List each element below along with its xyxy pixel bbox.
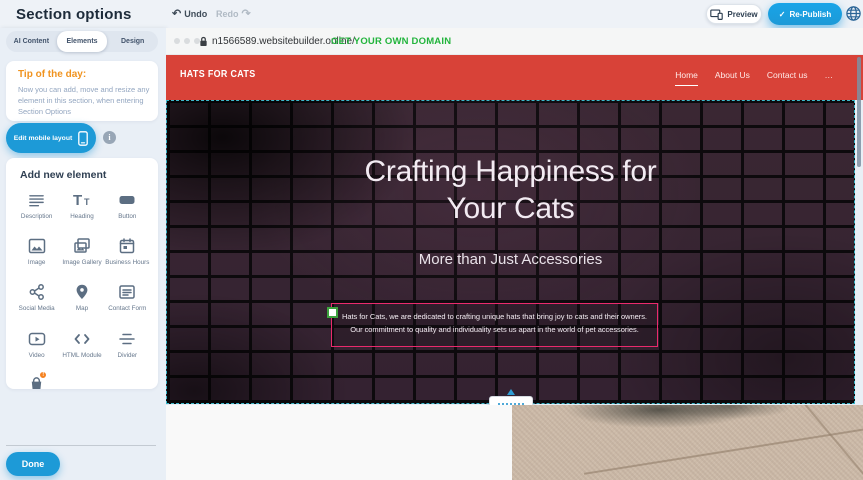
next-section-photo[interactable] xyxy=(512,405,863,480)
devices-icon xyxy=(710,9,723,20)
preview-address-bar: n1566589.websitebuilder.online/ GET YOUR… xyxy=(166,28,863,55)
republish-button[interactable]: ✓ Re-Publish xyxy=(768,3,842,25)
nav-more-menu[interactable]: … xyxy=(825,70,834,86)
language-globe-icon[interactable] xyxy=(845,5,862,22)
sidebar-tab-bar: AI ContentElementsDesign xyxy=(6,31,158,52)
preview-scrollbar-thumb[interactable] xyxy=(857,57,861,167)
element-label: Divider xyxy=(118,352,138,360)
get-domain-link[interactable]: GET YOUR OWN DOMAIN xyxy=(331,36,451,47)
divider-icon xyxy=(118,330,136,348)
image-gallery-icon xyxy=(73,237,91,255)
element-label: Image xyxy=(28,259,46,267)
tile-joint-line xyxy=(584,421,863,474)
element-social-media[interactable]: Social Media xyxy=(14,282,59,313)
section-options-sidebar: AI ContentElementsDesign Tip of the day:… xyxy=(0,28,166,480)
svg-text:T: T xyxy=(73,192,82,208)
new-badge-icon: ! xyxy=(39,371,47,379)
business-hours-icon xyxy=(118,237,136,255)
element-description[interactable]: Description xyxy=(14,190,59,221)
smartphone-icon xyxy=(78,131,88,146)
undo-icon: ↶ xyxy=(172,8,181,20)
site-logo[interactable]: HATS FOR CATS xyxy=(180,68,255,80)
panel-title: Add new element xyxy=(20,169,106,181)
hero-text-element[interactable]: Hats for Cats, we are dedicated to craft… xyxy=(331,303,658,347)
tile-joint-line xyxy=(791,405,863,480)
info-icon[interactable]: i xyxy=(103,131,116,144)
element-divider[interactable]: Divider xyxy=(105,329,150,360)
done-button[interactable]: Done xyxy=(6,452,60,476)
html-module-icon xyxy=(73,330,91,348)
hero-section[interactable]: Crafting Happiness for Your Cats More th… xyxy=(166,100,855,404)
element-html-module[interactable]: HTML Module xyxy=(59,329,104,360)
hero-subheading[interactable]: More than Just Accessories xyxy=(167,251,854,268)
element-grid: Description TT Heading Button Image Image Gal… xyxy=(14,190,150,389)
nav-home[interactable]: Home xyxy=(675,70,698,86)
undo-button[interactable]: ↶Undo xyxy=(172,7,207,20)
element-button[interactable]: Button xyxy=(105,190,150,221)
element-contact-form[interactable]: Contact Form xyxy=(105,282,150,313)
nav-contact-us[interactable]: Contact us xyxy=(767,70,808,86)
tab-design[interactable]: Design xyxy=(107,31,158,52)
element-image-gallery[interactable]: Image Gallery xyxy=(59,236,104,267)
selection-drag-handle[interactable] xyxy=(327,307,338,318)
element-label: Social Media xyxy=(19,305,55,313)
element-product-gallery[interactable]: !SHOPProduct Gallery xyxy=(14,375,59,389)
hero-heading[interactable]: Crafting Happiness for Your Cats xyxy=(167,153,854,227)
element-label: Business Hours xyxy=(105,259,149,267)
element-business-hours[interactable]: Business Hours xyxy=(105,236,150,267)
heading-icon: TT xyxy=(72,192,92,208)
next-section-background[interactable] xyxy=(166,405,512,480)
site-header: HATS FOR CATS Home About Us Contact us … xyxy=(166,55,863,100)
button-icon xyxy=(118,191,136,209)
element-label: Video xyxy=(29,352,45,360)
lock-icon xyxy=(199,36,208,47)
element-label: Contact Form xyxy=(108,305,146,313)
browser-dots xyxy=(174,38,200,44)
tip-of-the-day-card: Tip of the day: Now you can add, move an… xyxy=(6,61,158,121)
contact-form-icon xyxy=(118,283,136,301)
element-label: Button xyxy=(118,213,136,221)
top-toolbar: Section options ↶Undo Redo↷ Preview ✓ Re… xyxy=(0,0,863,28)
site-nav: Home About Us Contact us … xyxy=(675,70,833,86)
element-label: Image Gallery xyxy=(62,259,101,267)
description-icon xyxy=(28,192,45,209)
map-icon xyxy=(73,283,91,301)
tip-body: Now you can add, move and resize any ele… xyxy=(18,85,150,118)
tip-title: Tip of the day: xyxy=(18,69,86,80)
redo-button[interactable]: Redo↷ xyxy=(216,7,251,20)
image-icon xyxy=(28,237,46,255)
resize-arrow-up-icon xyxy=(507,389,515,395)
element-heading[interactable]: TT Heading xyxy=(59,190,104,221)
social-media-icon xyxy=(28,283,46,301)
nav-about-us[interactable]: About Us xyxy=(715,70,750,86)
redo-icon: ↷ xyxy=(242,8,251,20)
page-title: Section options xyxy=(16,6,132,23)
element-image[interactable]: Image xyxy=(14,236,59,267)
element-video[interactable]: Video xyxy=(14,329,59,360)
element-label: HTML Module xyxy=(62,352,101,360)
element-map[interactable]: Map xyxy=(59,282,104,313)
video-icon xyxy=(28,330,46,348)
svg-text:T: T xyxy=(84,197,90,207)
preview-button[interactable]: Preview xyxy=(706,4,762,24)
element-label: Map xyxy=(76,305,88,313)
element-label: Heading xyxy=(70,213,93,221)
check-icon: ✓ xyxy=(779,10,786,19)
edit-mobile-layout-button[interactable]: Edit mobile layout xyxy=(6,123,96,153)
tab-elements[interactable]: Elements xyxy=(57,31,108,52)
tab-ai-content[interactable]: AI Content xyxy=(6,31,57,52)
add-element-panel: Add new element Description TT Heading Butt… xyxy=(6,158,158,389)
divider-line xyxy=(6,445,156,446)
element-label: Description xyxy=(21,213,53,221)
